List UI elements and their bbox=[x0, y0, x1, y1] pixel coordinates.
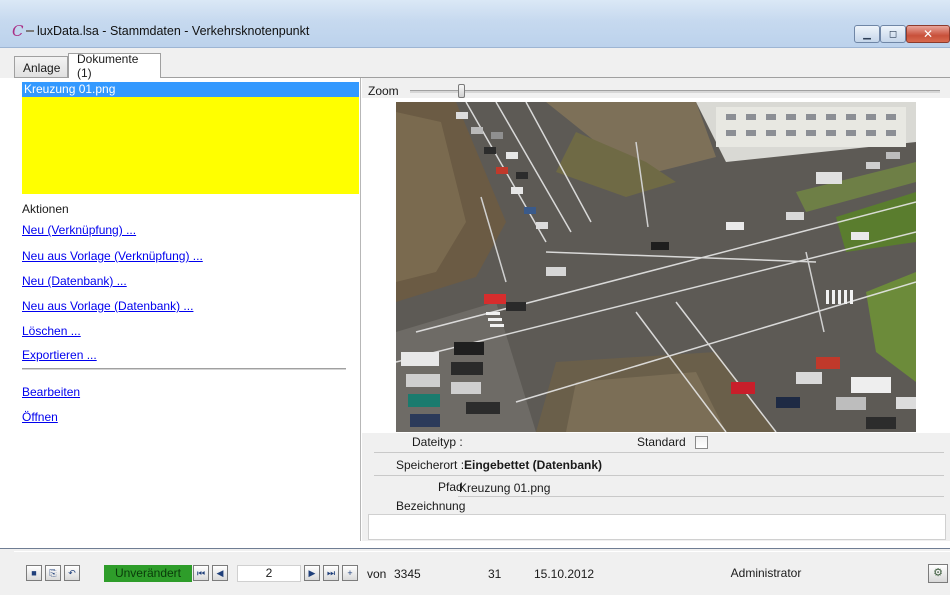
zoom-slider-track[interactable] bbox=[410, 90, 940, 93]
action-new-database[interactable]: Neu (Datenbank) ... bbox=[22, 274, 127, 288]
navigator-inner: ■ ⎘ ↶ Unverändert ⏮ ◀ 2 ▶ ⏭ + von 3345 3… bbox=[14, 551, 950, 591]
next-record-button[interactable]: ▶ bbox=[304, 565, 320, 581]
add-record-icon: + bbox=[347, 568, 353, 578]
tab-label: Anlage bbox=[23, 60, 61, 75]
record-total: 3345 bbox=[394, 567, 421, 581]
action-new-link[interactable]: Neu (Verknüpfung) ... bbox=[22, 223, 136, 237]
record-status-badge: Unverändert bbox=[104, 565, 192, 582]
document-list-item[interactable]: Kreuzung 01.png bbox=[22, 82, 359, 97]
actions-heading: Aktionen bbox=[22, 202, 69, 216]
bezeichnung-field[interactable] bbox=[368, 514, 946, 540]
action-delete[interactable]: Löschen ... bbox=[22, 324, 81, 338]
action-export[interactable]: Exportieren ... bbox=[22, 348, 97, 362]
luxdata-logo-icon: C bbox=[12, 22, 24, 40]
intersection-photo bbox=[396, 102, 916, 432]
window-title: luxData.lsa - Stammdaten - Verkehrsknote… bbox=[37, 24, 310, 38]
detail-row-separator bbox=[374, 475, 944, 476]
last-record-icon: ⏭ bbox=[326, 568, 336, 578]
previous-record-icon: ◀ bbox=[216, 568, 224, 578]
undo-button[interactable]: ↶ bbox=[64, 565, 80, 581]
minimize-button[interactable]: ▁ bbox=[854, 25, 880, 43]
action-new-from-template-link[interactable]: Neu aus Vorlage (Verknüpfung) ... bbox=[22, 249, 203, 263]
close-icon: ✕ bbox=[922, 27, 934, 41]
copy-record-icon: ⎘ bbox=[49, 568, 57, 578]
actions-separator bbox=[22, 368, 346, 371]
copy-record-button[interactable]: ⎘ bbox=[45, 565, 61, 581]
speicherort-label: Speicherort : bbox=[396, 458, 465, 472]
tab-anlage[interactable]: Anlage bbox=[14, 56, 68, 78]
documents-panel: Kreuzung 01.png Aktionen Neu (Verknüpfun… bbox=[14, 78, 361, 541]
record-user: Administrator bbox=[730, 566, 802, 580]
action-new-from-template-database[interactable]: Neu aus Vorlage (Datenbank) ... bbox=[22, 299, 193, 313]
standard-label: Standard bbox=[637, 435, 686, 449]
floppy-save-icon: ■ bbox=[31, 568, 37, 578]
action-open[interactable]: Öffnen bbox=[22, 410, 58, 424]
dateityp-label: Dateityp : bbox=[412, 435, 463, 449]
next-record-icon: ▶ bbox=[308, 568, 316, 578]
title-bar: C luxData.lsa - Stammdaten - Verkehrskno… bbox=[0, 0, 950, 48]
record-navigator: ■ ⎘ ↶ Unverändert ⏮ ◀ 2 ▶ ⏭ + von 3345 3… bbox=[0, 548, 950, 595]
image-preview-area bbox=[362, 98, 950, 433]
logo-tail-decoration bbox=[26, 30, 34, 32]
tab-label: Dokumente (1) bbox=[77, 52, 139, 80]
standard-checkbox[interactable] bbox=[695, 436, 708, 449]
maximize-button[interactable]: ◻ bbox=[880, 25, 906, 43]
bezeichnung-label: Bezeichnung bbox=[396, 499, 466, 513]
action-edit[interactable]: Bearbeiten bbox=[22, 385, 80, 399]
undo-icon: ↶ bbox=[68, 568, 76, 578]
document-viewer-panel: Zoom Dateityp: Standard Speicherort: E… bbox=[362, 78, 950, 541]
settings-tool-icon: ⚙ bbox=[933, 567, 943, 579]
record-date: 15.10.2012 bbox=[534, 567, 595, 581]
last-record-button[interactable]: ⏭ bbox=[323, 565, 339, 581]
record-field-count: 31 bbox=[488, 567, 502, 581]
tab-strip: Anlage Dokumente (1) bbox=[0, 48, 950, 80]
zoom-label: Zoom bbox=[368, 84, 399, 98]
maximize-icon: ◻ bbox=[888, 28, 898, 40]
settings-tool-button[interactable]: ⚙ bbox=[928, 564, 948, 583]
detail-row-separator bbox=[374, 452, 944, 453]
speicherort-value: Eingebettet (Datenbank) bbox=[464, 458, 603, 472]
pfad-underline bbox=[458, 496, 944, 497]
add-record-button[interactable]: + bbox=[342, 565, 358, 581]
record-position-input[interactable]: 2 bbox=[237, 565, 301, 582]
save-button[interactable]: ■ bbox=[26, 565, 42, 581]
document-list[interactable]: Kreuzung 01.png bbox=[22, 82, 359, 194]
von-label: von bbox=[367, 567, 387, 581]
pfad-value: Kreuzung 01.png bbox=[459, 481, 551, 495]
previous-record-button[interactable]: ◀ bbox=[212, 565, 228, 581]
minimize-icon: ▁ bbox=[863, 28, 871, 40]
zoom-slider-thumb[interactable] bbox=[458, 84, 465, 98]
tab-dokumente[interactable]: Dokumente (1) bbox=[68, 52, 161, 80]
first-record-icon: ⏮ bbox=[196, 568, 206, 578]
first-record-button[interactable]: ⏮ bbox=[193, 565, 209, 581]
close-button[interactable]: ✕ bbox=[906, 25, 950, 43]
